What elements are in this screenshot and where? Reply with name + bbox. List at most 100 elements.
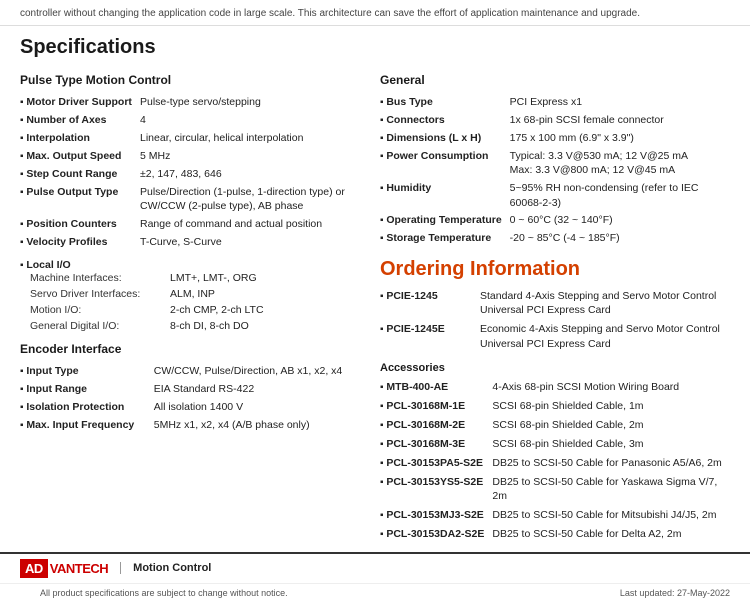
spec-value: 5 MHz bbox=[140, 147, 360, 165]
table-row: Pulse Output TypePulse/Direction (1-puls… bbox=[20, 183, 360, 215]
spec-value: 1x 68-pin SCSI female connector bbox=[510, 111, 730, 129]
accessory-value: SCSI 68-pin Shielded Cable, 2m bbox=[492, 416, 730, 435]
footer-disclaimer: All product specifications are subject t… bbox=[20, 588, 620, 598]
local-io-sub-label: Motion I/O: bbox=[30, 303, 170, 319]
list-item: MTB-400-AE4-Axis 68-pin SCSI Motion Wiri… bbox=[380, 378, 730, 397]
accessory-label: PCL-30153PA5-S2E bbox=[380, 454, 492, 473]
local-io-block: Local I/O Machine Interfaces:LMT+, LMT-,… bbox=[20, 259, 360, 334]
table-row: Connectors1x 68-pin SCSI female connecto… bbox=[380, 111, 730, 129]
accessory-label: MTB-400-AE bbox=[380, 378, 492, 397]
spec-value: 175 x 100 mm (6.9" x 3.9") bbox=[510, 129, 730, 147]
footer-logo: ADVANTECH bbox=[20, 559, 108, 578]
accessory-value: DB25 to SCSI-50 Cable for Panasonic A5/A… bbox=[492, 454, 730, 473]
general-title: General bbox=[380, 73, 730, 87]
list-item: PCL-30168M-2ESCSI 68-pin Shielded Cable,… bbox=[380, 416, 730, 435]
pulse-type-title: Pulse Type Motion Control bbox=[20, 73, 360, 87]
spec-value: Pulse/Direction (1-pulse, 1-direction ty… bbox=[140, 183, 360, 215]
accessories-title: Accessories bbox=[380, 362, 730, 374]
spec-label: Input Type bbox=[20, 362, 154, 380]
footer-section: Motion Control bbox=[120, 562, 211, 574]
accessory-label: PCL-30153MJ3-S2E bbox=[380, 506, 492, 525]
spec-value: 4 bbox=[140, 111, 360, 129]
spec-value: -20 ~ 85°C (-4 ~ 185°F) bbox=[510, 230, 730, 248]
local-io-sub-label: Machine Interfaces: bbox=[30, 271, 170, 287]
list-item: PCL-30153YS5-S2EDB25 to SCSI-50 Cable fo… bbox=[380, 473, 730, 506]
list-item: PCL-30168M-3ESCSI 68-pin Shielded Cable,… bbox=[380, 435, 730, 454]
spec-label: Max. Output Speed bbox=[20, 147, 140, 165]
table-row: Position CountersRange of command and ac… bbox=[20, 215, 360, 233]
accessory-label: PCL-30153YS5-S2E bbox=[380, 473, 492, 506]
spec-value: 5~95% RH non-condensing (refer to IEC 60… bbox=[510, 179, 730, 211]
general-specs: Bus TypePCI Express x1Connectors1x 68-pi… bbox=[380, 93, 730, 248]
list-item: PCIE-1245Standard 4-Axis Stepping and Se… bbox=[380, 287, 730, 320]
encoder-specs: Input TypeCW/CCW, Pulse/Direction, AB x1… bbox=[20, 362, 360, 434]
spec-label: Dimensions (L x H) bbox=[380, 129, 510, 147]
list-item: PCL-30153PA5-S2EDB25 to SCSI-50 Cable fo… bbox=[380, 454, 730, 473]
logo-vantech: VANTECH bbox=[50, 561, 108, 576]
local-io-label: Local I/O bbox=[20, 259, 360, 271]
page-title: Specifications bbox=[20, 36, 730, 59]
ordering-label: PCIE-1245 bbox=[380, 287, 480, 320]
spec-value: ±2, 147, 483, 646 bbox=[140, 165, 360, 183]
ordering-label: PCIE-1245E bbox=[380, 320, 480, 353]
spec-label: Pulse Output Type bbox=[20, 183, 140, 215]
spec-value: CW/CCW, Pulse/Direction, AB x1, x2, x4 bbox=[154, 362, 360, 380]
left-column: Pulse Type Motion Control Motor Driver S… bbox=[20, 69, 360, 552]
table-row: Step Count Range±2, 147, 483, 646 bbox=[20, 165, 360, 183]
spec-value: Typical: 3.3 V@530 mA; 12 V@25 mA Max: 3… bbox=[510, 147, 730, 179]
spec-label: Humidity bbox=[380, 179, 510, 211]
spec-value: 0 ~ 60°C (32 ~ 140°F) bbox=[510, 212, 730, 230]
local-io-sub-value: 8-ch DI, 8-ch DO bbox=[170, 319, 360, 335]
local-io-sub-value: ALM, INP bbox=[170, 287, 360, 303]
list-item: PCL-30153MJ3-S2EDB25 to SCSI-50 Cable fo… bbox=[380, 506, 730, 525]
spec-value: PCI Express x1 bbox=[510, 93, 730, 111]
table-row: Operating Temperature0 ~ 60°C (32 ~ 140°… bbox=[380, 212, 730, 230]
table-row: Storage Temperature-20 ~ 85°C (-4 ~ 185°… bbox=[380, 230, 730, 248]
ordering-value: Economic 4-Axis Stepping and Servo Motor… bbox=[480, 320, 730, 353]
accessory-label: PCL-30153DA2-S2E bbox=[380, 525, 492, 544]
spec-label: Isolation Protection bbox=[20, 398, 154, 416]
table-row: InterpolationLinear, circular, helical i… bbox=[20, 129, 360, 147]
table-row: Input RangeEIA Standard RS-422 bbox=[20, 380, 360, 398]
spec-label: Step Count Range bbox=[20, 165, 140, 183]
spec-label: Storage Temperature bbox=[380, 230, 510, 248]
spec-value: All isolation 1400 V bbox=[154, 398, 360, 416]
table-row: Isolation ProtectionAll isolation 1400 V bbox=[20, 398, 360, 416]
table-row: Velocity ProfilesT-Curve, S-Curve bbox=[20, 233, 360, 251]
spec-label: Power Consumption bbox=[380, 147, 510, 179]
accessory-value: 4-Axis 68-pin SCSI Motion Wiring Board bbox=[492, 378, 730, 397]
logo-ad: AD bbox=[20, 559, 48, 578]
accessory-label: PCL-30168M-1E bbox=[380, 397, 492, 416]
accessory-label: PCL-30168M-2E bbox=[380, 416, 492, 435]
local-io-sub-label: General Digital I/O: bbox=[30, 319, 170, 335]
top-banner-text: controller without changing the applicat… bbox=[20, 8, 640, 19]
local-io-sub-value: LMT+, LMT-, ORG bbox=[170, 271, 360, 287]
spec-label: Motor Driver Support bbox=[20, 93, 140, 111]
spec-label: Connectors bbox=[380, 111, 510, 129]
spec-label: Interpolation bbox=[20, 129, 140, 147]
table-row: Number of Axes4 bbox=[20, 111, 360, 129]
encoder-title: Encoder Interface bbox=[20, 342, 360, 356]
footer: ADVANTECH Motion Control bbox=[0, 552, 750, 583]
table-row: Max. Input Frequency5MHz x1, x2, x4 (A/B… bbox=[20, 416, 360, 434]
spec-value: Linear, circular, helical interpolation bbox=[140, 129, 360, 147]
list-item: PCIE-1245EEconomic 4-Axis Stepping and S… bbox=[380, 320, 730, 353]
spec-label: Operating Temperature bbox=[380, 212, 510, 230]
accessory-value: DB25 to SCSI-50 Cable for Mitsubishi J4/… bbox=[492, 506, 730, 525]
spec-value: Pulse-type servo/stepping bbox=[140, 93, 360, 111]
list-item: PCL-30153DA2-S2EDB25 to SCSI-50 Cable fo… bbox=[380, 525, 730, 544]
table-row: Motor Driver SupportPulse-type servo/ste… bbox=[20, 93, 360, 111]
footer-bottom: All product specifications are subject t… bbox=[0, 583, 750, 602]
table-row: Dimensions (L x H)175 x 100 mm (6.9" x 3… bbox=[380, 129, 730, 147]
list-item: PCL-30168M-1ESCSI 68-pin Shielded Cable,… bbox=[380, 397, 730, 416]
ordering-items: PCIE-1245Standard 4-Axis Stepping and Se… bbox=[380, 287, 730, 354]
spec-label: Input Range bbox=[20, 380, 154, 398]
pulse-type-specs: Motor Driver SupportPulse-type servo/ste… bbox=[20, 93, 360, 251]
table-row: Power ConsumptionTypical: 3.3 V@530 mA; … bbox=[380, 147, 730, 179]
spec-value: EIA Standard RS-422 bbox=[154, 380, 360, 398]
top-banner: controller without changing the applicat… bbox=[0, 0, 750, 26]
table-row: Max. Output Speed5 MHz bbox=[20, 147, 360, 165]
local-io-sub: Machine Interfaces:LMT+, LMT-, ORGServo … bbox=[20, 271, 360, 334]
ordering-title: Ordering Information bbox=[380, 258, 730, 281]
spec-label: Number of Axes bbox=[20, 111, 140, 129]
